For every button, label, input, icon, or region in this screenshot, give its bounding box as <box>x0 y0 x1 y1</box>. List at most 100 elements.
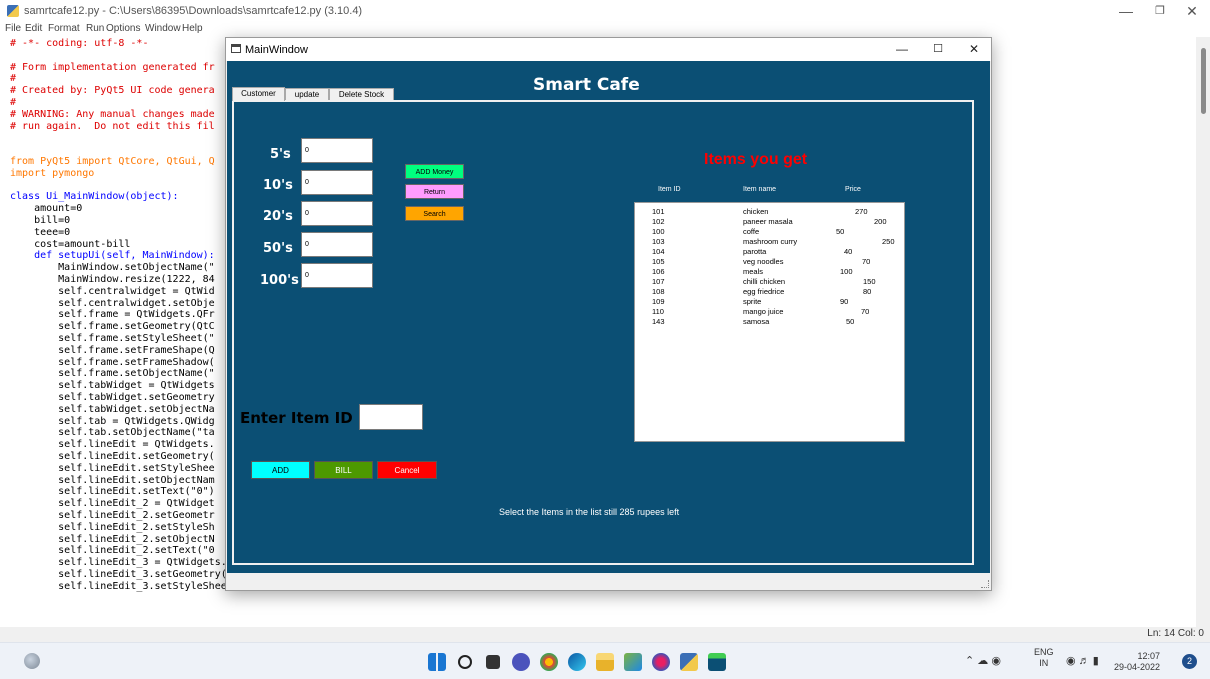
edge-icon[interactable] <box>568 653 586 671</box>
code-line: self.tab = QtWidgets.QWidg <box>10 415 215 427</box>
mw-close-icon[interactable]: ✕ <box>964 41 984 57</box>
label-50s: 50's <box>263 241 293 256</box>
code-line: self.lineEdit_2.setObjectN <box>10 533 215 545</box>
items-list[interactable]: 101 chicken 270 102 paneer masala 200 100 coffe… <box>634 202 905 442</box>
chrome-icon[interactable] <box>540 653 558 671</box>
idle-titlebar: samrtcafe12.py - C:\Users\86395\Download… <box>0 0 1210 22</box>
close-icon[interactable]: ✕ <box>1178 3 1206 19</box>
label-5s: 5's <box>270 147 291 162</box>
input-50s[interactable]: 0 <box>301 232 373 257</box>
taskbar: ⌃ ☁ ◉ ENG IN ◉ ♬ ▮ 12:07 29-04-2022 2 <box>0 642 1210 679</box>
input-20s[interactable]: 0 <box>301 201 373 226</box>
search-icon[interactable] <box>458 655 472 669</box>
item-price: 100 <box>840 267 853 276</box>
item-id: 101 <box>652 207 665 216</box>
item-name: chicken <box>743 207 769 216</box>
editor-scrollbar[interactable] <box>1196 37 1210 627</box>
resize-grip[interactable] <box>981 580 989 588</box>
item-id: 105 <box>652 257 665 266</box>
item-id: 102 <box>652 217 665 226</box>
menu-window[interactable]: Window <box>145 23 181 34</box>
code-line: self.frame = QtWidgets.QFr <box>10 309 215 321</box>
menu-options[interactable]: Options <box>106 23 140 34</box>
cancel-button[interactable]: Cancel <box>377 461 437 479</box>
code-line: self.frame.setFrameShape(Q <box>10 344 215 356</box>
enter-item-id-label: Enter Item ID <box>240 409 353 427</box>
search-button[interactable]: Search <box>405 206 464 221</box>
code-line: cost=amount-bill <box>10 238 131 250</box>
code-line: self.tabWidget.setGeometry <box>10 392 215 403</box>
code-line: # <box>10 97 17 108</box>
python-idle-icon[interactable] <box>680 653 698 671</box>
cursor-position: Ln: 14 Col: 0 <box>1147 628 1204 639</box>
code-line: teee=0 <box>10 226 71 238</box>
code-line: class Ui_MainWindow(object): <box>10 191 179 203</box>
restore-icon[interactable]: ❐ <box>1146 3 1174 19</box>
input-5s[interactable]: 0 <box>301 138 373 163</box>
minimize-icon[interactable]: — <box>1112 3 1140 19</box>
python-file-icon <box>7 5 19 17</box>
code-line: self.lineEdit_2.setGeometr <box>10 510 215 521</box>
code-line: # -*- coding: utf-8 -*- <box>10 38 149 49</box>
scrollbar-thumb[interactable] <box>1201 48 1206 114</box>
tray-icons[interactable]: ⌃ ☁ ◉ <box>965 654 1001 667</box>
item-price: 80 <box>863 287 872 296</box>
code-line: self.frame.setStyleSheet(" <box>10 333 215 344</box>
item-price: 70 <box>861 307 870 316</box>
column-item-name: Item name <box>743 186 777 193</box>
items-title: Items you get <box>704 151 808 168</box>
app-icon[interactable] <box>652 653 670 671</box>
tab-customer[interactable]: Customer <box>232 87 285 101</box>
code-line: self.tab.setObjectName("ta <box>10 427 215 439</box>
code-line: # WARNING: Any manual changes made <box>10 108 215 120</box>
notification-badge[interactable]: 2 <box>1182 654 1197 669</box>
label-100s: 100's <box>260 273 299 288</box>
menu-format[interactable]: Format <box>48 23 80 34</box>
item-price: 150 <box>863 277 876 286</box>
weather-icon[interactable] <box>24 653 40 669</box>
code-line: # run again. Do not edit this fil <box>10 120 215 132</box>
input-10s[interactable]: 0 <box>301 170 373 195</box>
menu-run[interactable]: Run <box>86 23 104 34</box>
task-view-icon[interactable] <box>486 655 500 669</box>
code-line: self.centralwidget.setObje <box>10 297 215 309</box>
clock[interactable]: 12:07 29-04-2022 <box>1114 651 1160 673</box>
item-id: 100 <box>652 227 665 236</box>
qt-window-icon[interactable] <box>708 653 726 671</box>
menu-help[interactable]: Help <box>182 23 203 34</box>
customer-tab-pane: 5's 0 10's 0 20's 0 50's 0 100's 0 ADD M… <box>232 100 974 565</box>
mw-maximize-icon[interactable]: ☐ <box>928 41 948 57</box>
menu-edit[interactable]: Edit <box>25 23 42 34</box>
add-money-button[interactable]: ADD Money <box>405 164 464 179</box>
code-line: # Form implementation generated fr <box>10 61 215 73</box>
teams-icon[interactable] <box>512 653 530 671</box>
windows-start-icon[interactable] <box>428 653 446 671</box>
item-name: coffe <box>743 227 760 236</box>
mw-minimize-icon[interactable]: — <box>892 41 912 57</box>
code-line: self.lineEdit_2 = QtWidget <box>10 498 215 510</box>
menu-file[interactable]: File <box>5 23 21 34</box>
clock-date: 29-04-2022 <box>1113 662 1160 672</box>
code-line: self.tabWidget = QtWidgets <box>10 380 215 392</box>
item-id: 104 <box>652 247 665 256</box>
code-line: amount=0 <box>10 203 83 215</box>
network-volume-battery-icons[interactable]: ◉ ♬ ▮ <box>1066 654 1099 667</box>
input-100s[interactable]: 0 <box>301 263 373 288</box>
item-id: 106 <box>652 267 665 276</box>
item-id-input[interactable] <box>359 404 423 430</box>
item-name: sprite <box>743 297 762 306</box>
item-name: mashroom curry <box>743 237 798 246</box>
language-indicator[interactable]: ENG IN <box>1034 647 1054 669</box>
region-code: IN <box>1039 658 1049 668</box>
main-window-titlebar: MainWindow — ☐ ✕ <box>226 38 991 61</box>
photos-icon[interactable] <box>624 653 642 671</box>
item-id: 143 <box>652 317 665 326</box>
item-id: 109 <box>652 297 665 306</box>
return-button[interactable]: Return <box>405 184 464 199</box>
code-line: # <box>10 73 17 85</box>
add-button[interactable]: ADD <box>251 461 310 479</box>
bill-button[interactable]: BILL <box>314 461 373 479</box>
app-title: Smart Cafe <box>533 75 640 95</box>
file-explorer-icon[interactable] <box>596 653 614 671</box>
item-price: 50 <box>846 317 855 326</box>
